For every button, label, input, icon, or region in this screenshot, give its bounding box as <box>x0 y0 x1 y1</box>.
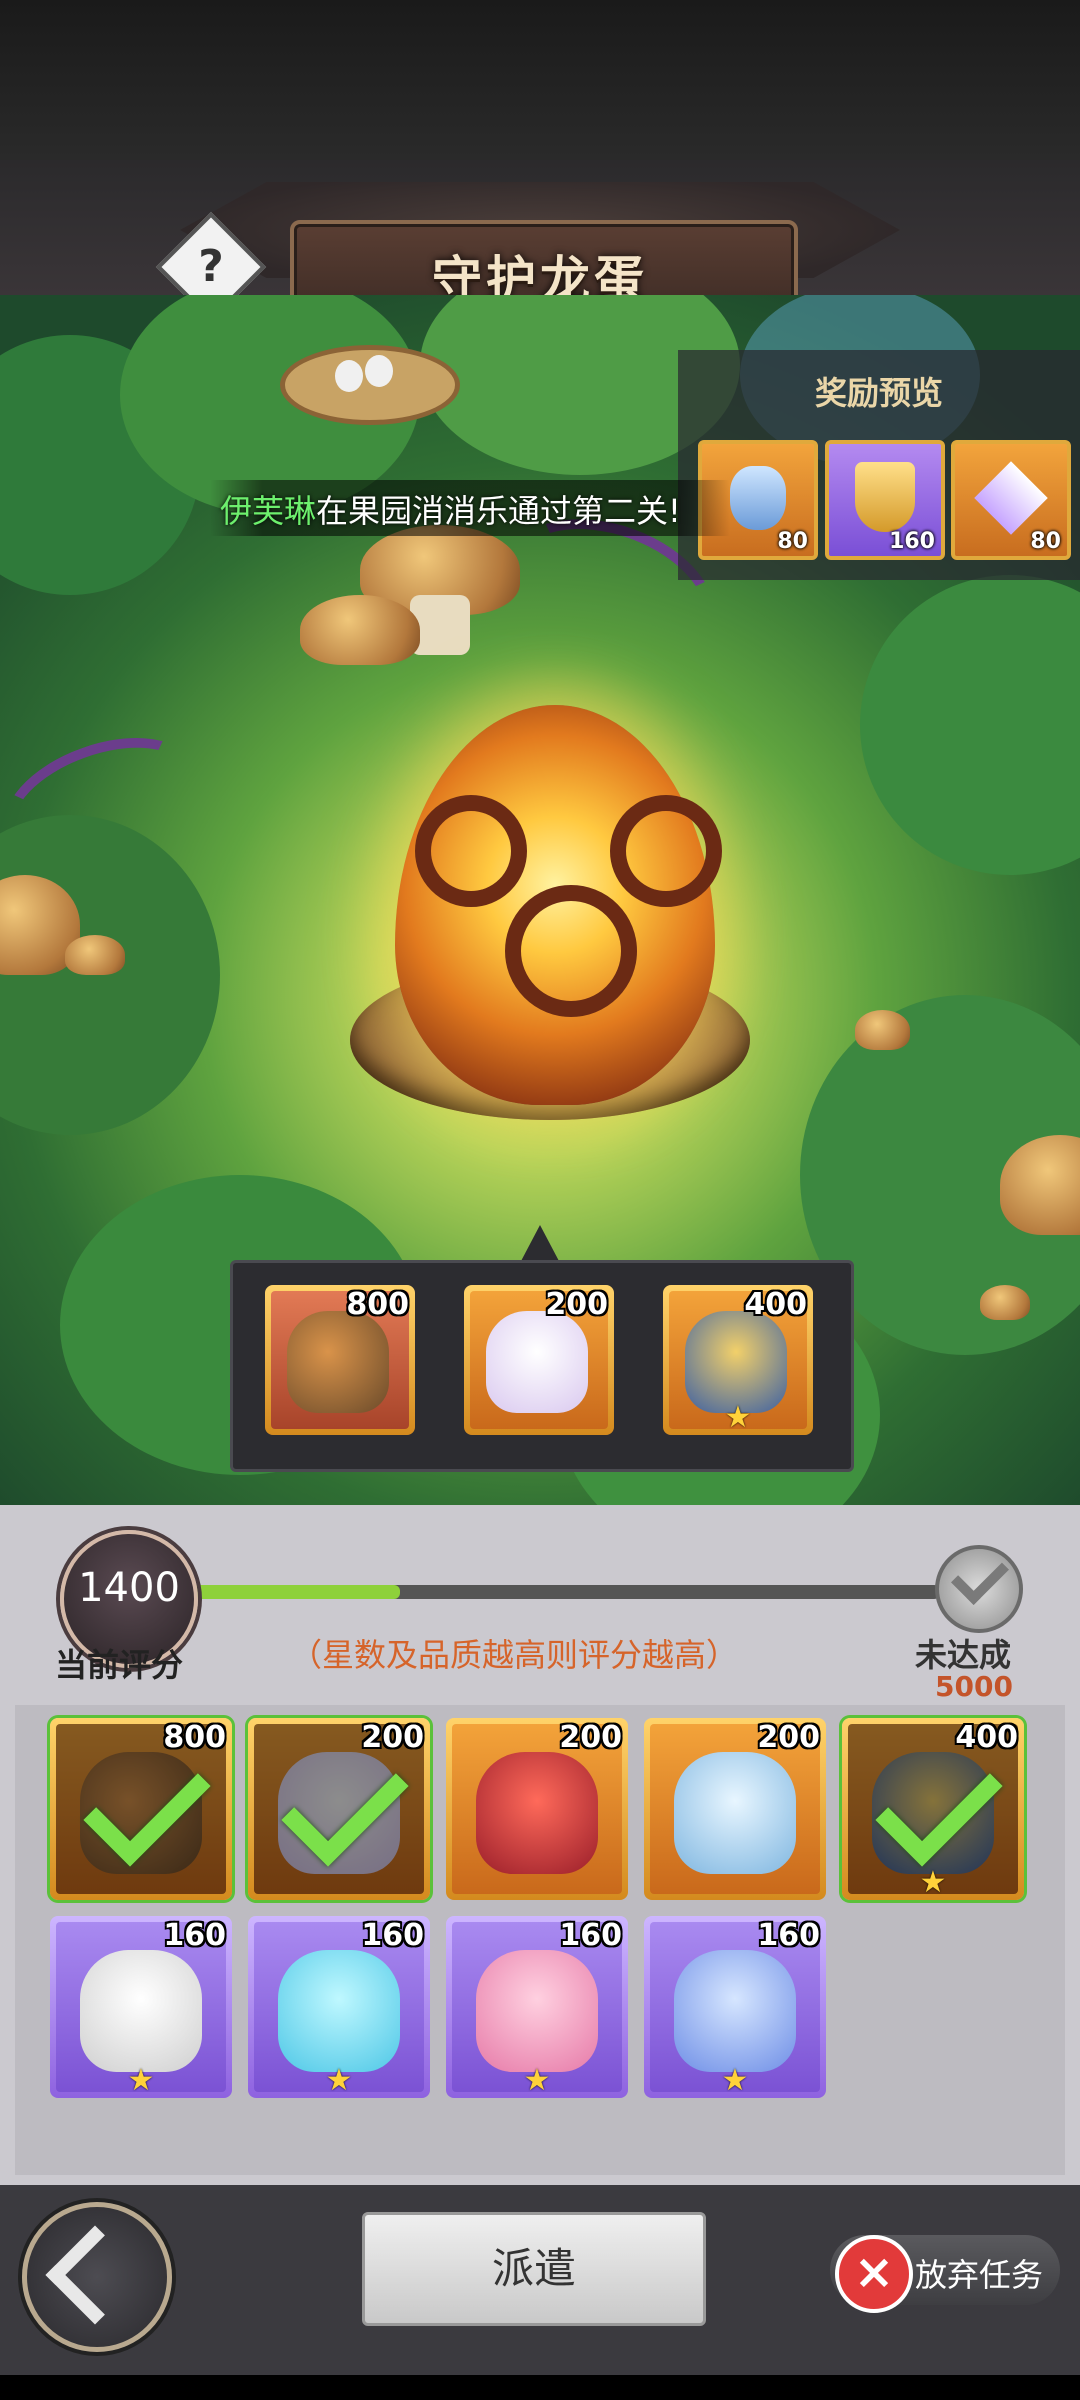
reward-item-diamond[interactable]: 80 <box>951 440 1071 560</box>
gold-dragon-monster-icon <box>685 1311 787 1413</box>
broadcast-message: 伊芙琳在果园消消乐通过第二关! <box>220 486 681 532</box>
monster-score: 160 <box>757 1918 820 1953</box>
broadcast-text: 在果园消消乐通过第二关! <box>316 492 681 530</box>
status-area <box>0 0 1080 160</box>
monster-score: 400 <box>744 1287 807 1322</box>
star-icon: ★ <box>325 2063 353 2098</box>
broadcast-player-name: 伊芙琳 <box>220 492 317 530</box>
roster-monster-card[interactable]: ★ 160 <box>446 1916 628 2098</box>
star-icon: ★ <box>919 1865 947 1900</box>
dispatched-slot-3[interactable]: ★ 400 <box>663 1285 813 1435</box>
score-hint: （星数及品质越高则评分越高） <box>290 1636 739 1674</box>
goal-target: 5000 <box>935 1670 1013 1703</box>
shield-badge-icon <box>855 462 915 532</box>
monster-score: 200 <box>559 1720 622 1755</box>
abandon-task-label[interactable]: 放弃任务 <box>915 2250 1043 2296</box>
roster-monster-card[interactable]: 800 <box>50 1718 232 1900</box>
roster-monster-card[interactable]: ★ 160 <box>644 1916 826 2098</box>
roster-monster-card[interactable]: 200 <box>248 1718 430 1900</box>
star-icon: ★ <box>724 1400 752 1435</box>
red-dragon-monster-icon <box>476 1752 598 1874</box>
reward-count: 80 <box>1030 529 1061 554</box>
roster-monster-card[interactable]: 200 <box>644 1718 826 1900</box>
system-nav-bar <box>0 2375 1080 2400</box>
monster-score: 200 <box>545 1287 608 1322</box>
roster-monster-card[interactable]: 200 <box>446 1718 628 1900</box>
roster-monster-card[interactable]: ★ 160 <box>50 1916 232 2098</box>
dispatched-slot-1[interactable]: 800 <box>265 1285 415 1435</box>
roster-monster-card[interactable]: ★ 400 <box>842 1718 1024 1900</box>
dispatched-slot-2[interactable]: 200 <box>464 1285 614 1435</box>
flower-monster-icon <box>476 1950 598 2072</box>
diamond-icon <box>974 461 1048 535</box>
star-icon: ★ <box>721 2063 749 2098</box>
current-score: 1400 <box>78 1565 180 1611</box>
reward-item-shield[interactable]: 160 <box>825 440 945 560</box>
monster-score: 200 <box>757 1720 820 1755</box>
dispatch-button[interactable]: 派遣 <box>362 2212 706 2326</box>
spirit-deer-monster-icon <box>278 1950 400 2072</box>
sheep-monster-icon <box>80 1950 202 2072</box>
star-icon: ★ <box>127 2063 155 2098</box>
monster-score: 160 <box>559 1918 622 1953</box>
roster-monster-card[interactable]: ★ 160 <box>248 1916 430 2098</box>
monster-score: 800 <box>346 1287 409 1322</box>
monster-score: 160 <box>361 1918 424 1953</box>
current-score-label: 当前评分 <box>55 1646 184 1684</box>
monster-score: 160 <box>163 1918 226 1953</box>
cloud-cat-monster-icon <box>674 1950 796 2072</box>
unicorn-monster-icon <box>674 1752 796 1874</box>
reward-preview-title: 奖励预览 <box>814 374 943 412</box>
reward-count: 80 <box>777 529 808 554</box>
score-progress-fill <box>190 1585 400 1599</box>
close-icon[interactable]: × <box>835 2235 913 2313</box>
popup-pointer <box>520 1225 560 1263</box>
star-icon: ★ <box>523 2063 551 2098</box>
dragon-monster-icon <box>287 1311 389 1413</box>
reward-count: 160 <box>889 529 935 554</box>
white-cat-monster-icon <box>486 1311 588 1413</box>
crystal-icon <box>730 466 786 530</box>
